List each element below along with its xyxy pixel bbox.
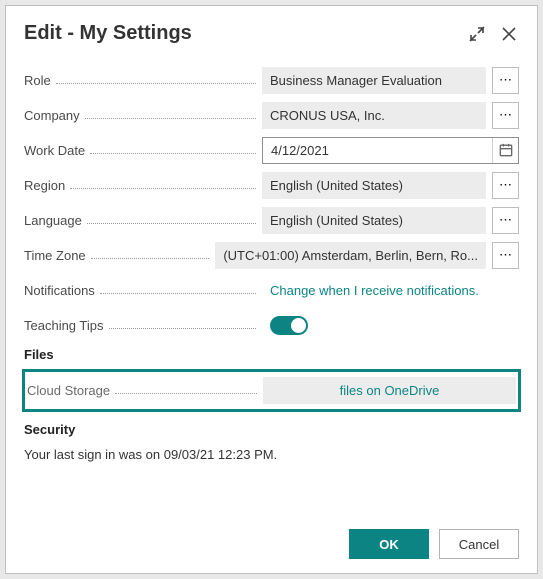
expand-icon[interactable] [467, 24, 487, 44]
region-field[interactable]: English (United States) [262, 172, 486, 199]
section-security: Security [24, 422, 519, 437]
ok-button[interactable]: OK [349, 529, 429, 559]
teachingtips-toggle[interactable] [270, 316, 308, 335]
section-files: Files [24, 347, 519, 362]
row-cloudstorage: Cloud Storage files on OneDrive [22, 369, 521, 412]
label-language: Language [24, 213, 85, 228]
timezone-field[interactable]: (UTC+01:00) Amsterdam, Berlin, Bern, Ro.… [215, 242, 486, 269]
row-timezone: Time Zone (UTC+01:00) Amsterdam, Berlin,… [24, 241, 519, 269]
label-teachingtips: Teaching Tips [24, 318, 107, 333]
label-timezone: Time Zone [24, 248, 89, 263]
notifications-link[interactable]: Change when I receive notifications. [262, 283, 479, 298]
workdate-input[interactable] [263, 138, 492, 163]
titlebar: Edit - My Settings [6, 6, 537, 55]
row-region: Region English (United States) ⋯ [24, 171, 519, 199]
dialog-body: Role Business Manager Evaluation ⋯ Compa… [6, 55, 537, 515]
dialog-title: Edit - My Settings [24, 22, 455, 45]
label-region: Region [24, 178, 68, 193]
region-lookup-button[interactable]: ⋯ [492, 172, 519, 199]
label-cloudstorage: Cloud Storage [27, 383, 113, 398]
last-signin-text: Your last sign in was on 09/03/21 12:23 … [24, 447, 519, 462]
label-notifications: Notifications [24, 283, 98, 298]
dialog-footer: OK Cancel [6, 515, 537, 573]
my-settings-dialog: Edit - My Settings Role Business Manager… [5, 5, 538, 574]
role-lookup-button[interactable]: ⋯ [492, 67, 519, 94]
company-lookup-button[interactable]: ⋯ [492, 102, 519, 129]
role-field[interactable]: Business Manager Evaluation [262, 67, 486, 94]
row-language: Language English (United States) ⋯ [24, 206, 519, 234]
row-teachingtips: Teaching Tips [24, 311, 519, 339]
row-role: Role Business Manager Evaluation ⋯ [24, 66, 519, 94]
timezone-lookup-button[interactable]: ⋯ [492, 242, 519, 269]
row-workdate: Work Date [24, 136, 519, 164]
calendar-icon[interactable] [492, 138, 518, 163]
close-icon[interactable] [499, 24, 519, 44]
row-notifications: Notifications Change when I receive noti… [24, 276, 519, 304]
cancel-button[interactable]: Cancel [439, 529, 519, 559]
cloudstorage-field[interactable]: files on OneDrive [263, 377, 516, 404]
label-role: Role [24, 73, 54, 88]
workdate-field-wrap [262, 137, 519, 164]
language-field[interactable]: English (United States) [262, 207, 486, 234]
label-workdate: Work Date [24, 143, 88, 158]
company-field[interactable]: CRONUS USA, Inc. [262, 102, 486, 129]
label-company: Company [24, 108, 83, 123]
row-company: Company CRONUS USA, Inc. ⋯ [24, 101, 519, 129]
language-lookup-button[interactable]: ⋯ [492, 207, 519, 234]
